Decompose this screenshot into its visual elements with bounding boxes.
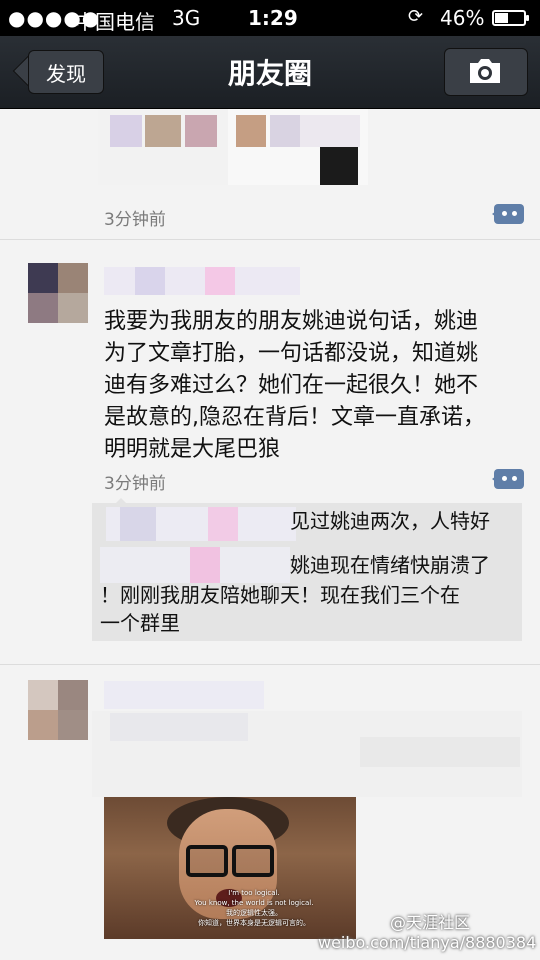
avatar xyxy=(28,680,58,710)
post-time: 3分钟前 xyxy=(104,210,166,230)
avatar xyxy=(58,680,88,710)
blurred-commenter-name xyxy=(190,547,220,583)
watermark-line1: @天涯社区 xyxy=(390,913,471,932)
post-text: 我要为我朋友的朋友姚迪说句话，姚迪 为了文章打胎，一句话都没说，知道姚 迪有多难… xyxy=(104,306,514,466)
blurred-commenter-name xyxy=(208,507,238,541)
blurred-username xyxy=(135,267,165,295)
post-text-line: 是故意的,隐忍在背后！文章一直承诺， xyxy=(104,405,485,430)
comment-icon[interactable] xyxy=(492,204,524,224)
image-subtitle: 我的逻辑性太强。 xyxy=(226,909,282,917)
clock: 1:29 xyxy=(248,6,298,30)
comment-text: 见过姚迪两次，人特好 xyxy=(290,509,490,533)
post-text-line: 为了文章打胎，一句话都没说，知道姚 xyxy=(104,341,479,366)
post-text-line: 明明就是大尾巴狼 xyxy=(104,437,281,462)
blurred-image xyxy=(185,115,217,147)
carrier-name: 中国电信 xyxy=(75,10,155,34)
post-image[interactable]: I'm too logical. You know, the world is … xyxy=(104,797,356,939)
blurred-image xyxy=(320,147,358,185)
watermark-line2: weibo.com/tianya/8880384 xyxy=(318,933,537,952)
blurred-image xyxy=(236,115,266,147)
blurred-username[interactable] xyxy=(104,267,300,295)
image-subtitle: You know, the world is not logical. xyxy=(194,899,314,907)
post-text-line: 我要为我朋友的朋友姚迪说句话，姚迪 xyxy=(104,309,479,334)
blurred-username xyxy=(205,267,235,295)
blurred-image xyxy=(145,115,181,147)
post-divider xyxy=(0,239,540,240)
navigation-bar: 发现 朋友圈 xyxy=(0,36,540,109)
blurred-text xyxy=(110,713,248,741)
blurred-image xyxy=(300,115,360,147)
camera-button[interactable] xyxy=(444,48,528,96)
image-subtitle: 你知道，世界本身是无逻辑可言的。 xyxy=(198,919,310,927)
battery-icon xyxy=(492,10,529,26)
blurred-username[interactable] xyxy=(104,681,264,709)
blurred-text xyxy=(360,737,520,767)
glasses-icon xyxy=(232,845,274,877)
comment-text: 一个群里 xyxy=(100,611,180,635)
avatar xyxy=(58,263,88,293)
avatar xyxy=(28,263,58,293)
comment-text: ！刚刚我朋友陪她聊天！现在我们三个在 xyxy=(100,583,460,607)
post-text-line: 迪有多难过么？她们在一起很久！她不 xyxy=(104,373,479,398)
camera-icon xyxy=(470,59,500,83)
blurred-image xyxy=(270,115,300,147)
network-type: 3G xyxy=(172,6,201,30)
image-subtitle: I'm too logical. xyxy=(228,889,280,897)
blurred-image xyxy=(110,115,142,147)
battery-percent: 46% xyxy=(440,6,485,30)
comments-section: 见过姚迪两次，人特好 姚迪现在情绪快崩溃了 ！刚刚我朋友陪她聊天！现在我们三个在… xyxy=(92,498,522,641)
avatar xyxy=(58,710,88,740)
avatar xyxy=(58,293,88,323)
post-divider xyxy=(0,664,540,665)
rotation-lock-icon: ⟳ xyxy=(408,6,424,27)
blurred-commenter-name xyxy=(120,507,156,541)
glasses-icon xyxy=(186,845,228,877)
status-bar: ●●●●● 中国电信 3G 1:29 ⟳ 46% xyxy=(0,0,540,36)
moments-feed[interactable]: 3分钟前 我要为我朋友的朋友姚迪说句话，姚迪 为了文章打胎，一句话都没说，知道姚… xyxy=(0,109,540,960)
comment-icon[interactable] xyxy=(492,469,524,489)
avatar xyxy=(28,710,58,740)
avatar xyxy=(28,293,58,323)
comment-text: 姚迪现在情绪快崩溃了 xyxy=(290,553,490,577)
battery-level xyxy=(495,13,508,23)
